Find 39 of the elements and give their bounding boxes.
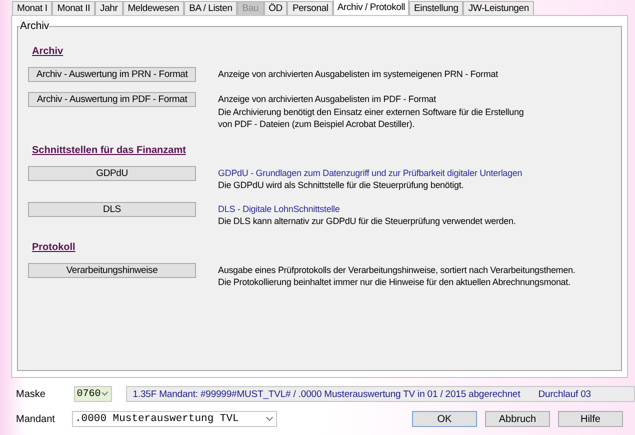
tab[interactable]: Jahr — [95, 1, 123, 15]
section-heading: Schnittstellen für das Finanzamt — [32, 144, 187, 156]
tab[interactable]: ÖD — [264, 1, 288, 15]
action-button[interactable]: Archiv - Auswertung im PDF - Format — [28, 92, 196, 107]
caret-icon — [102, 389, 108, 396]
description-text: Die GDPdU wird als Schnittstelle für die Steuerprüfung benötigt. — [218, 179, 465, 192]
tab[interactable]: Monat II — [52, 1, 96, 15]
tab[interactable]: Archiv / Protokoll — [333, 0, 410, 15]
dialog-button[interactable]: Abbruch — [485, 411, 550, 427]
action-button[interactable]: GDPdU — [28, 166, 196, 180]
client-dropdown[interactable]: .0000 Musterauswertung TVL — [72, 411, 277, 427]
description-text: Anzeige von archivierten Ausgabelisten im PDF - Format — [218, 93, 437, 106]
action-button[interactable]: Archiv - Auswertung im PRN - Format — [28, 67, 196, 82]
description-text: Die Protokollierung beinhaltet immer nur die Hinweise für den aktuellen Abrechnungsmonat. — [218, 276, 572, 288]
field-label: Maske — [16, 388, 46, 400]
mask-dropdown[interactable]: 0760 — [74, 386, 112, 402]
tab[interactable]: Einstellung — [409, 1, 464, 15]
dialog-button[interactable]: OK — [412, 411, 477, 427]
description-text: Anzeige von archivierten Ausgabelisten im systemeigenen PRN - Format — [218, 68, 498, 80]
status-text: 1.35F Mandant: #99999#MUST_TVL# / .0000 Musterauswertung TV in 01 / 2015 abgerechnet — [132, 388, 520, 400]
description-text: von PDF - Dateien (zum Beispiel Acrobat Destiller). — [218, 118, 416, 130]
action-button[interactable]: Verarbeitungshinweise — [28, 262, 196, 278]
description-text: Die DLS kann alternativ zur GDPdU für die Steuerprüfung verwendet werden. — [218, 215, 516, 228]
action-button[interactable]: DLS — [28, 202, 196, 216]
dialog-button[interactable]: Hilfe — [558, 411, 623, 427]
tab[interactable]: Meldewesen — [122, 1, 184, 15]
section-heading: Archiv — [32, 46, 64, 57]
description-title: DLS - Digitale LohnSchnittstelle — [218, 202, 341, 215]
tab[interactable]: JW-Leistungen — [463, 1, 534, 15]
run-text: Durchlauf 03 — [538, 388, 591, 400]
description-text: Die Archivierung benötigt den Einsatz einer externen Software für die Erstellung — [218, 106, 524, 118]
group-title: Archiv — [20, 20, 50, 32]
description-title: GDPdU - Grundlagen zum Datenzugriff und zur Prüfbarkeit digitaler Unterlagen — [218, 166, 522, 179]
tab[interactable]: Monat I — [12, 1, 52, 15]
field-label: Mandant — [16, 414, 56, 424]
tab[interactable]: Personal — [287, 1, 334, 15]
section-heading: Protokoll — [32, 242, 76, 252]
tab[interactable]: BA / Listen — [184, 1, 238, 15]
description-text: Ausgabe eines Prüfprotokolls der Verarbeitungshinweise, sortiert nach Verarbeitungsthemen. — [218, 264, 576, 276]
